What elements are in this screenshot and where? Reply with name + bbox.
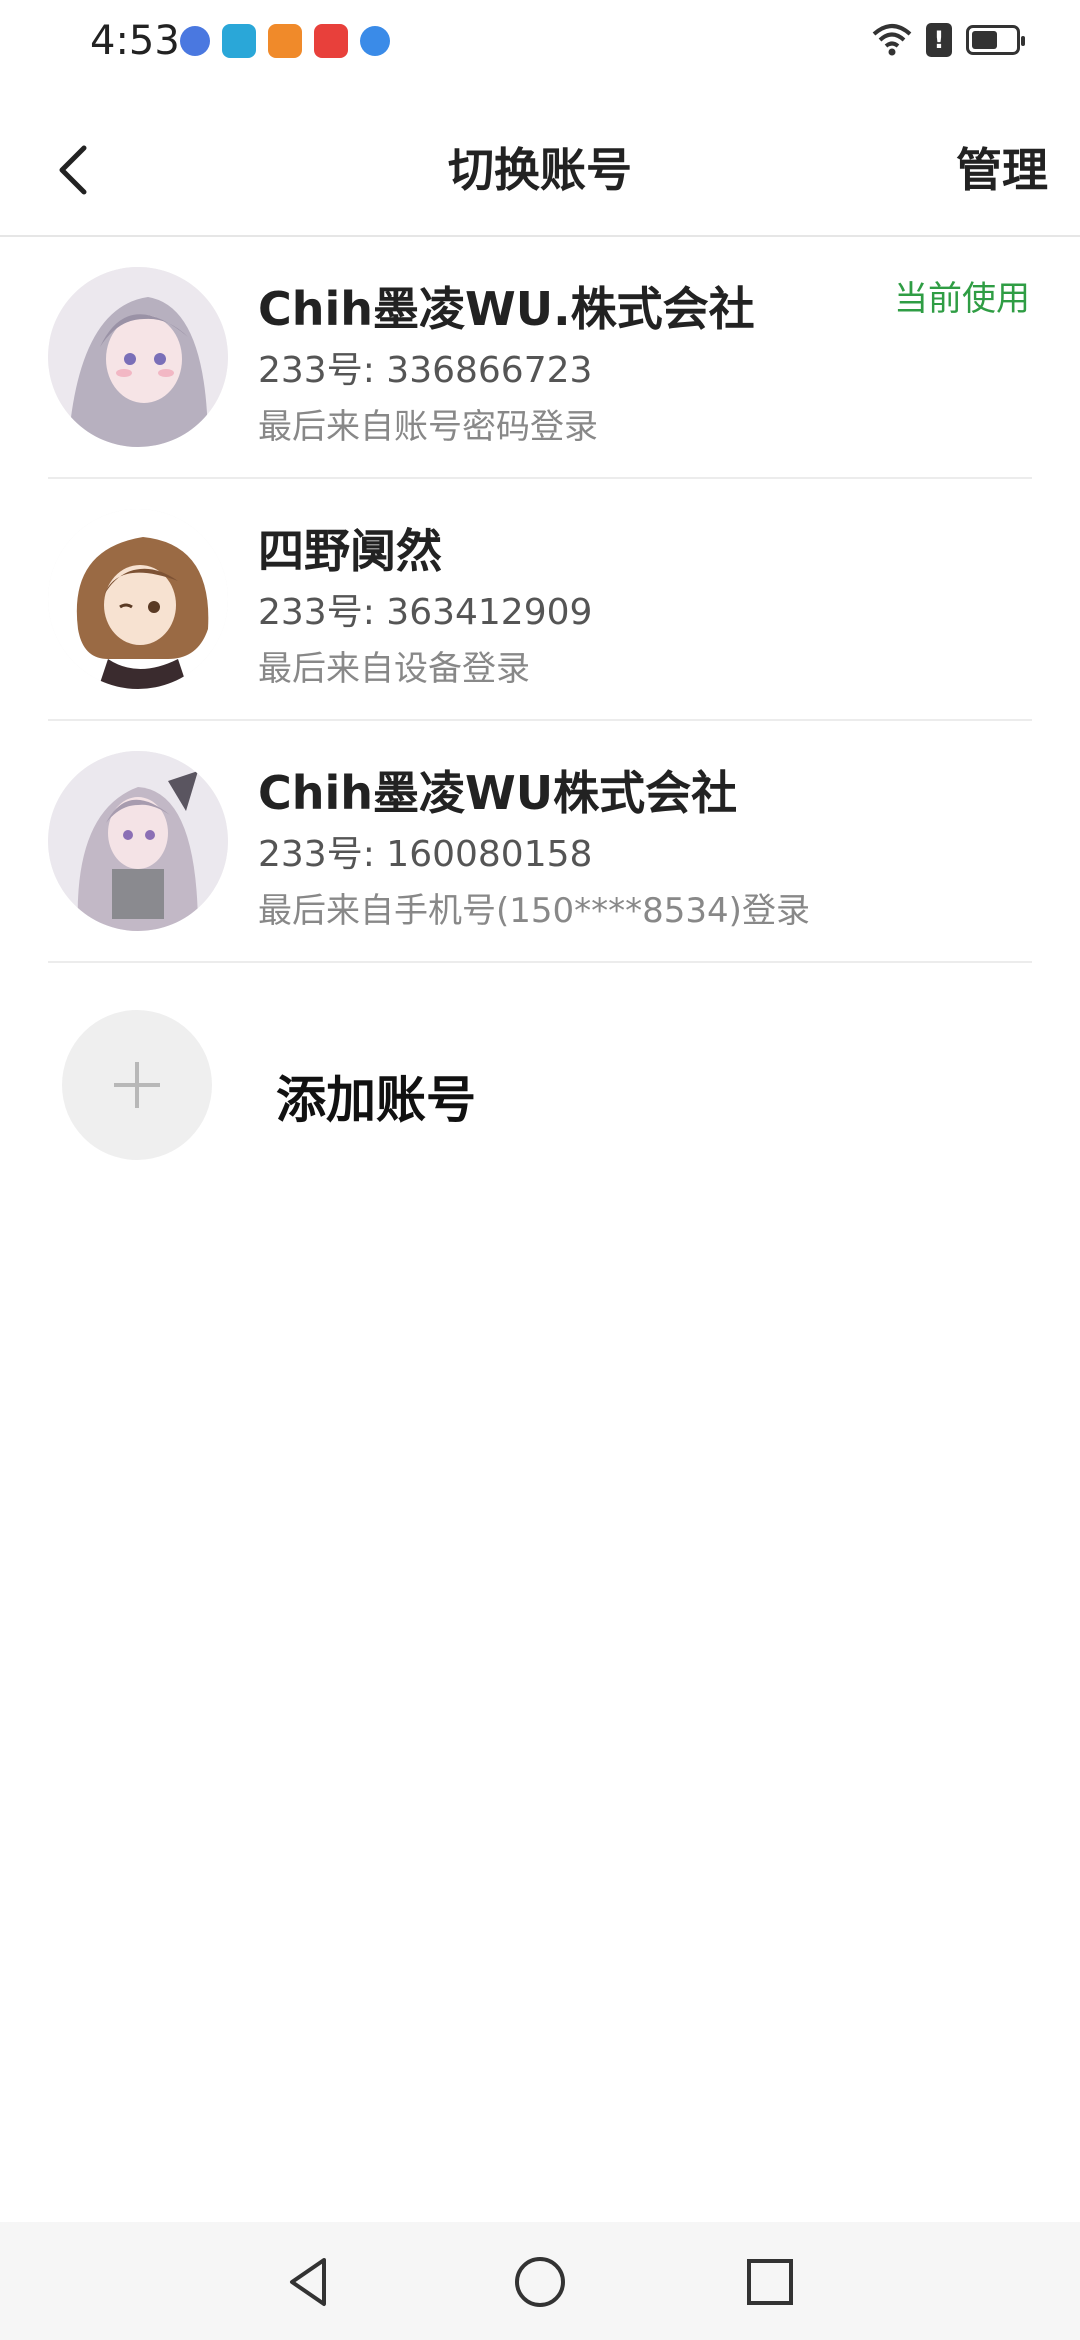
account-id: 233号: 160080158 [258, 834, 593, 875]
switch-account-screen: 4:53 ! 切换账号 管理 Chih墨凌WU.株式会社 233号: 33686… [0, 0, 1080, 2340]
account-name: 四野阒然 [258, 524, 442, 578]
notification-icons [180, 24, 390, 58]
avatar [48, 267, 228, 447]
manage-button[interactable]: 管理 [956, 134, 1048, 200]
add-circle [62, 1010, 212, 1160]
video-play-icon [268, 24, 302, 58]
music-icon [180, 26, 210, 56]
plus-icon [114, 1062, 160, 1108]
nav-home-icon[interactable] [510, 2252, 570, 2312]
last-login-method: 最后来自账号密码登录 [258, 407, 598, 447]
status-indicators: ! [872, 22, 1025, 58]
account-item[interactable]: Chih墨凌WU.株式会社 233号: 336866723 最后来自账号密码登录… [0, 237, 1080, 479]
nav-recent-apps-icon[interactable] [740, 2252, 800, 2312]
last-login-method: 最后来自手机号(150****8534)登录 [258, 891, 810, 931]
last-login-method: 最后来自设备登录 [258, 649, 530, 689]
battery-level [972, 31, 997, 49]
account-id: 233号: 336866723 [258, 350, 593, 391]
account-name: Chih墨凌WU株式会社 [258, 766, 738, 820]
account-list: Chih墨凌WU.株式会社 233号: 336866723 最后来自账号密码登录… [0, 237, 1080, 963]
alert-icon: ! [926, 23, 952, 57]
store-icon [314, 24, 348, 58]
account-name: Chih墨凌WU.株式会社 [258, 282, 755, 336]
battery-icon [966, 25, 1025, 55]
divider [48, 961, 1032, 963]
account-item[interactable]: Chih墨凌WU株式会社 233号: 160080158 最后来自手机号(150… [0, 721, 1080, 963]
account-item[interactable]: 四野阒然 233号: 363412909 最后来自设备登录 [0, 479, 1080, 721]
status-bar: 4:53 ! [0, 0, 1080, 90]
browser-icon [360, 26, 390, 56]
avatar [48, 509, 228, 689]
avatar [48, 751, 228, 931]
wifi-icon [872, 24, 912, 56]
current-account-badge: 当前使用 [894, 279, 1030, 319]
book-icon [222, 24, 256, 58]
system-nav-bar [0, 2222, 1080, 2340]
page-title: 切换账号 [448, 143, 632, 197]
status-time: 4:53 [90, 18, 180, 64]
account-id: 233号: 363412909 [258, 592, 593, 633]
add-account-button[interactable]: 添加账号 [0, 1000, 1080, 1170]
add-account-label: 添加账号 [276, 1071, 476, 1129]
header: 切换账号 管理 [0, 110, 1080, 236]
nav-back-icon[interactable] [280, 2252, 340, 2312]
